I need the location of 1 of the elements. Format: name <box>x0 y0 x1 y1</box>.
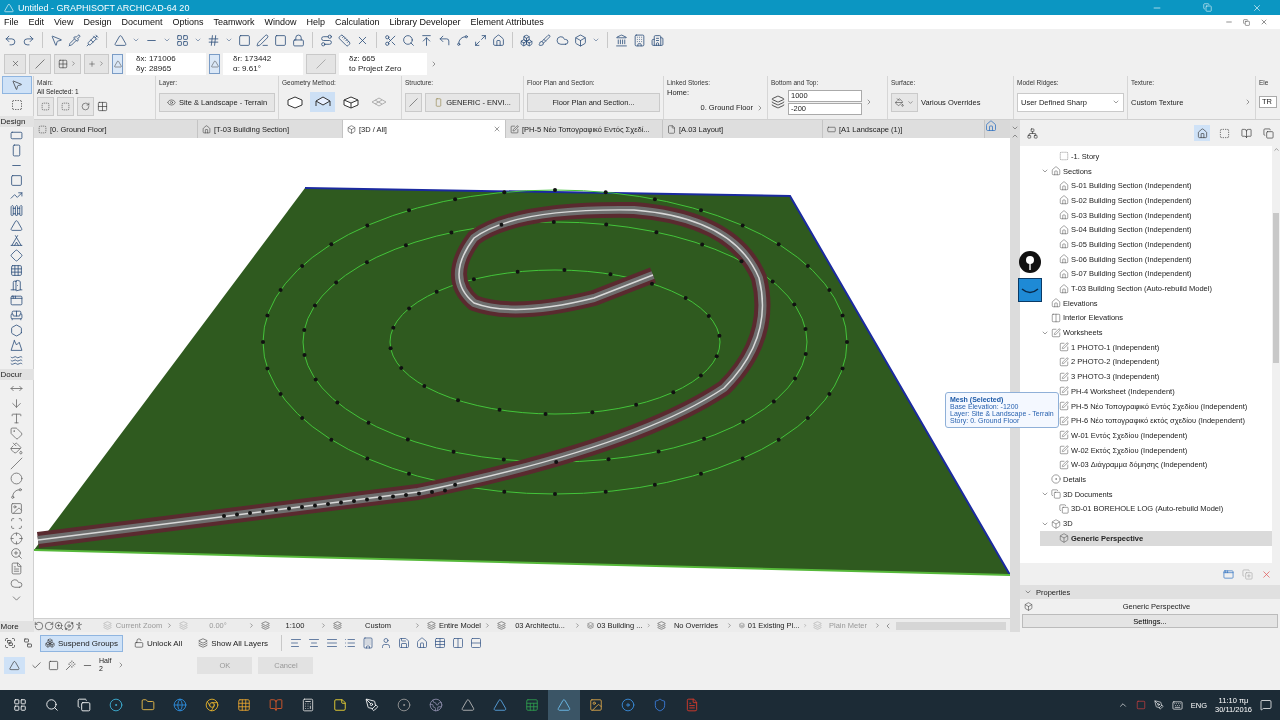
window-title: Untitled - GRAPHISOFT ARCHICAD-64 20 <box>18 2 191 13</box>
